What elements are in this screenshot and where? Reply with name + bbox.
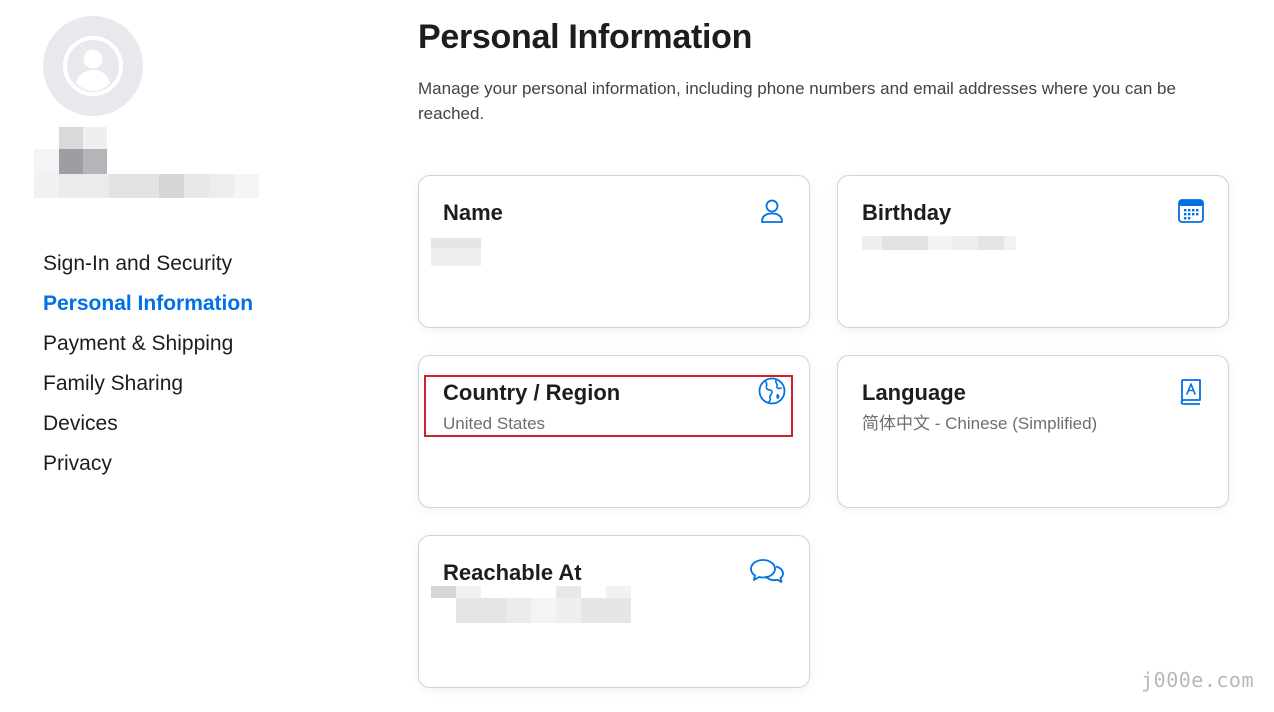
- person-circle-icon: [63, 36, 123, 96]
- sidebar-item-family-sharing[interactable]: Family Sharing: [43, 372, 253, 412]
- name-card-title: Name: [443, 200, 503, 225]
- chat-bubbles-icon: [750, 559, 784, 583]
- highlight-box: [424, 375, 793, 437]
- sidebar-item-sign-in-security[interactable]: Sign-In and Security: [43, 252, 253, 292]
- name-card[interactable]: Name: [418, 175, 810, 328]
- language-card[interactable]: Language 简体中文 - Chinese (Simplified): [837, 355, 1229, 508]
- sidebar-item-privacy[interactable]: Privacy: [43, 452, 253, 492]
- language-value: 简体中文 - Chinese (Simplified): [862, 414, 1098, 433]
- page: Sign-In and Security Personal Informatio…: [0, 0, 1274, 712]
- sidebar-item-personal-information[interactable]: Personal Information: [43, 292, 253, 332]
- birthday-card[interactable]: Birthday: [837, 175, 1229, 328]
- sidebar-item-payment-shipping[interactable]: Payment & Shipping: [43, 332, 253, 372]
- redacted-name-value: [431, 238, 491, 268]
- sidebar-nav: Sign-In and Security Personal Informatio…: [43, 252, 253, 492]
- redacted-account-name: [34, 127, 264, 207]
- book-icon: [1180, 379, 1201, 405]
- redacted-reachable-value: [431, 586, 631, 626]
- calendar-icon: [1178, 199, 1204, 223]
- page-description: Manage your personal information, includ…: [418, 79, 1176, 123]
- person-icon: [761, 199, 783, 223]
- language-card-title: Language: [862, 380, 966, 405]
- sidebar-item-devices[interactable]: Devices: [43, 412, 253, 452]
- avatar[interactable]: [43, 16, 143, 116]
- reachable-at-card[interactable]: Reachable At: [418, 535, 810, 688]
- reachable-at-card-title: Reachable At: [443, 560, 582, 585]
- watermark: j000e.com: [1141, 668, 1254, 692]
- birthday-card-title: Birthday: [862, 200, 952, 225]
- page-title: Personal Information: [418, 18, 753, 56]
- redacted-birthday-value: [862, 236, 1022, 258]
